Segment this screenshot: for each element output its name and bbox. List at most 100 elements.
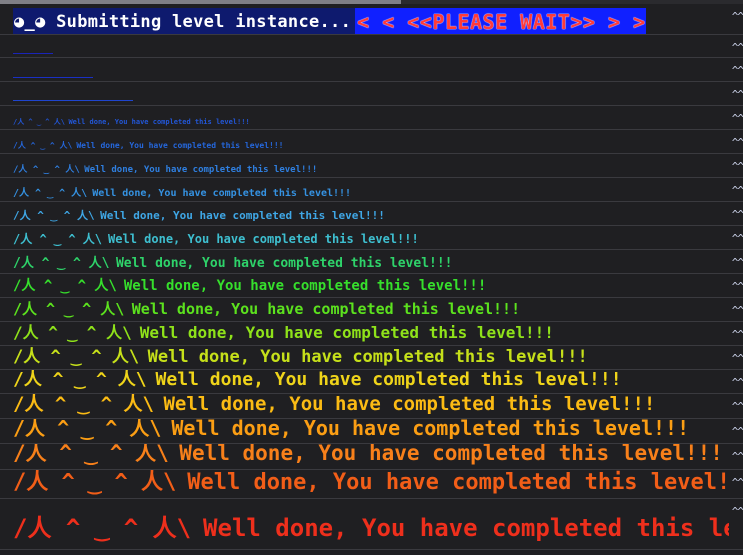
expand-caret-icon[interactable]: ^^ [732,160,743,173]
log-row: /人 ^ ‿ ^ 人\ Well done, You have completed… [0,178,743,202]
log-row: /人 ^ ‿ ^ 人\ Well done, You have completed… [0,226,743,250]
ascii-face: /人 ^ ‿ ^ 人\ [13,323,132,342]
ascii-face: /人 ^ ‿ ^ 人\ [13,141,73,150]
ascii-face: /人 ^ ‿ ^ 人\ [13,444,169,465]
log-row: /人 ^ ‿ ^ 人\ Well done, You have completed… [0,470,743,499]
ascii-face: /人 ^ ‿ ^ 人\ [13,209,95,222]
tiny-message-line [13,53,53,54]
log-message: /人 ^ ‿ ^ 人\ Well done, You have completed… [13,322,729,343]
log-message: /人 ^ ‿ ^ 人\ Well done, You have completed… [13,275,729,295]
expand-caret-icon[interactable]: ^^ [732,352,743,365]
expand-caret-icon[interactable]: ^^ [732,328,743,341]
expand-caret-icon[interactable]: ^^ [732,112,743,125]
ascii-face: /人 ^ ‿ ^ 人\ [13,188,88,199]
log-row: /人 ^ ‿ ^ 人\ Well done, You have completed… [0,322,743,346]
well-done-text: Well done, You have completed this level… [108,232,419,246]
log-row: /人 ^ ‿ ^ 人\ Well done, You have completed… [0,274,743,298]
ascii-face: /人 ^ ‿ ^ 人\ [13,394,154,415]
log-message: /人 ^ ‿ ^ 人\ Well done, You have completed… [13,184,729,199]
well-done-text: Well done, You have completed this level… [163,394,656,415]
expand-caret-icon[interactable]: ^^ [732,376,743,389]
expand-caret-icon[interactable]: ^^ [732,208,743,221]
well-done-text: Well done, You have completed this level… [171,419,690,440]
ascii-face: /人 ^ ‿ ^ 人\ [13,470,177,495]
log-message: /人 ^ ‿ ^ 人\ Well done, You have completed… [13,508,729,543]
expand-caret-icon[interactable]: ^^ [732,136,743,149]
well-done-text: Well done, You have completed this level… [139,323,554,342]
expand-caret-icon[interactable]: ^^ [732,41,743,54]
expand-caret-icon[interactable]: ^^ [732,280,743,293]
log-row: /人 ^ ‿ ^ 人\ Well done, You have completed… [0,370,743,394]
ascii-face: /人 ^ ‿ ^ 人\ [13,118,65,126]
ascii-face: /人 ^ ‿ ^ 人\ [13,347,140,367]
log-row-header: ◕_◕ Submitting level instance... < < <<PL… [0,4,743,35]
log-message: /人 ^ ‿ ^ 人\ Well done, You have completed… [13,444,729,467]
expand-caret-icon[interactable]: ^^ [732,476,743,489]
header-banner: ◕_◕ Submitting level instance... < < <<PL… [13,8,729,34]
log-message: /人 ^ ‿ ^ 人\ Well done, You have completed… [13,419,729,441]
well-done-text: Well done, You have completed this level… [115,256,453,271]
log-row: /人 ^ ‿ ^ 人\ Well done, You have completed… [0,130,743,154]
ascii-face: /人 ^ ‿ ^ 人\ [13,278,117,294]
log-message: /人 ^ ‿ ^ 人\ Well done, You have completed… [13,207,729,223]
log-row: /人 ^ ‿ ^ 人\ Well done, You have completed… [0,154,743,178]
tiny-message-line [13,77,93,78]
log-message: /人 ^ ‿ ^ 人\ Well done, You have completed… [13,470,729,496]
log-message: /人 ^ ‿ ^ 人\ Well done, You have completed… [13,370,729,391]
log-row: /人 ^ ‿ ^ 人\ Well done, You have completed… [0,394,743,419]
log-message: /人 ^ ‿ ^ 人\ Well done, You have completed… [13,230,729,247]
well-done-text: Well done, You have completed this level… [179,444,723,465]
log-row: /人 ^ ‿ ^ 人\ Well done, You have completed… [0,298,743,322]
please-wait-banner: < < <<PLEASE WAIT>> > > [355,8,646,34]
well-done-text: Well done, You have completed this level… [131,300,521,318]
log-row: /人 ^ ‿ ^ 人\ Well done, You have completed… [0,250,743,274]
log-row: /人 ^ ‿ ^ 人\ Well done, You have completed… [0,346,743,370]
expand-caret-icon[interactable]: ^^ [732,400,743,413]
well-done-text: Well done, You have completed this level… [76,141,284,150]
well-done-text: Well done, You have completed this level… [203,514,729,542]
ascii-face: /人 ^ ‿ ^ 人\ [13,165,80,175]
ascii-face: /人 ^ ‿ ^ 人\ [13,370,147,390]
ascii-face: /人 ^ ‿ ^ 人\ [13,232,103,246]
expand-caret-icon[interactable]: ^^ [732,450,743,463]
well-done-text: Well done, You have completed this level… [155,370,622,390]
expand-caret-icon[interactable]: ^^ [732,232,743,245]
expand-caret-icon[interactable]: ^^ [732,88,743,101]
expand-caret-icon[interactable]: ^^ [732,64,743,77]
well-done-text: Well done, You have completed this level… [100,209,385,222]
log-message [13,97,729,103]
ascii-face: /人 ^ ‿ ^ 人\ [13,300,125,318]
log-row: /人 ^ ‿ ^ 人\ Well done, You have completed… [0,419,743,444]
expand-caret-icon[interactable]: ^^ [732,10,743,23]
well-done-text: Well done, You have completed this level… [123,278,487,294]
log-message: /人 ^ ‿ ^ 人\ Well done, You have completed… [13,394,729,416]
well-done-text: Well done, You have completed this level… [84,165,318,175]
expand-caret-icon[interactable]: ^^ [732,304,743,317]
ascii-face: /人 ^ ‿ ^ 人\ [13,256,110,271]
well-done-text: Well done, You have completed this level… [92,188,352,199]
expand-caret-icon[interactable]: ^^ [732,425,743,438]
log-row: ^^ [0,82,743,106]
log-message: /人 ^ ‿ ^ 人\ Well done, You have completed… [13,252,729,271]
log-message: /人 ^ ‿ ^ 人\ Well done, You have completed… [13,162,729,175]
log-row: /人 ^ ‿ ^ 人\ Well done, You have completed… [0,499,743,550]
log-row: ^^ [0,35,743,58]
log-message: /人 ^ ‿ ^ 人\ Well done, You have completed… [13,298,729,319]
expand-caret-icon[interactable]: ^^ [732,256,743,269]
log-message [13,74,729,79]
well-done-text: Well done, You have completed this level… [187,470,729,495]
log-row: /人 ^ ‿ ^ 人\ Well done, You have completed… [0,444,743,470]
expand-caret-icon[interactable]: ^^ [732,505,743,518]
log-message [13,51,729,55]
tiny-message-line [13,100,133,101]
expand-caret-icon[interactable]: ^^ [732,184,743,197]
console-log: ◕_◕ Submitting level instance... < < <<PL… [0,4,743,550]
well-done-text: Well done, You have completed this level… [68,118,250,126]
log-message: /人 ^ ‿ ^ 人\ Well done, You have completed… [13,346,729,367]
ascii-face: /人 ^ ‿ ^ 人\ [13,514,192,542]
log-row: /人 ^ ‿ ^ 人\ Well done, You have completed… [0,106,743,130]
log-row: ^^ [0,58,743,82]
ascii-face: /人 ^ ‿ ^ 人\ [13,419,162,440]
log-row: /人 ^ ‿ ^ 人\ Well done, You have completed… [0,202,743,226]
submitting-status-text: ◕_◕ Submitting level instance... [13,8,356,34]
